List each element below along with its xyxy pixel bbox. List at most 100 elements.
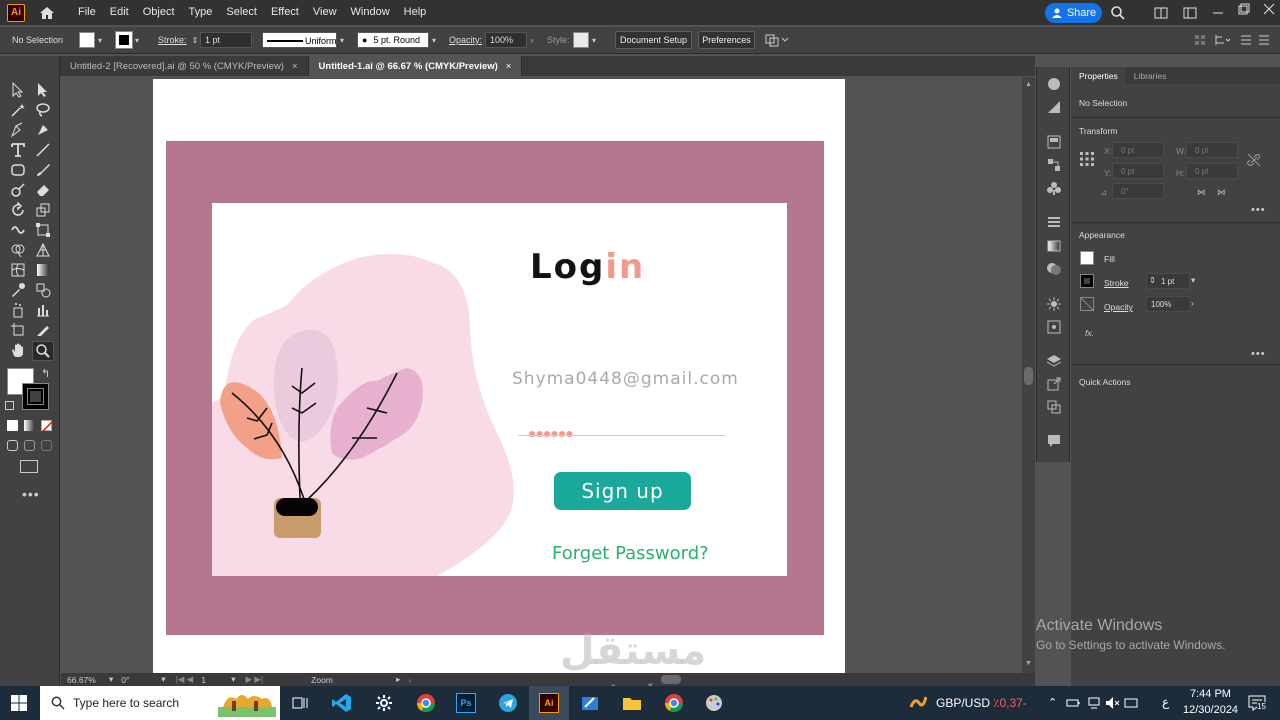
- stroke-color-swatch[interactable]: [22, 383, 49, 410]
- asset-export-icon[interactable]: [1046, 319, 1062, 335]
- fill-swatch-panel[interactable]: [1080, 251, 1094, 265]
- clock-time[interactable]: 7:44 PM: [1190, 688, 1231, 700]
- eyedropper-tool[interactable]: [9, 281, 27, 299]
- shape-builder-tool[interactable]: [9, 241, 27, 259]
- scroll-left-icon[interactable]: ‹: [408, 675, 411, 685]
- libraries-icon[interactable]: [1046, 134, 1062, 150]
- gradient-mode-icon[interactable]: [24, 420, 35, 431]
- scroll-up-icon[interactable]: ▲: [1025, 81, 1032, 88]
- mesh-tool[interactable]: [9, 261, 27, 279]
- opacity-label[interactable]: Opacity:: [449, 35, 482, 45]
- x-field[interactable]: 0 pt: [1112, 142, 1164, 158]
- reference-point-icon[interactable]: [1079, 151, 1095, 167]
- opacity-control[interactable]: 100% ›: [485, 32, 537, 48]
- chevron-down-icon[interactable]: ▾: [429, 32, 439, 48]
- zoom-level[interactable]: 66.67%: [67, 675, 105, 685]
- artboard-tool[interactable]: [9, 321, 27, 339]
- keyboard-icon[interactable]: [1124, 696, 1138, 710]
- menu-effect[interactable]: Effect: [264, 0, 306, 25]
- share-button[interactable]: Share: [1045, 3, 1102, 23]
- paint-palette-icon[interactable]: [704, 693, 724, 713]
- chrome-icon[interactable]: [416, 693, 436, 713]
- chevron-down-icon[interactable]: ▾: [95, 32, 105, 48]
- brush-definition[interactable]: ● 5 pt. Round ▾: [357, 32, 439, 48]
- forget-password-text[interactable]: Forget Password?: [552, 543, 709, 564]
- stroke-swatch[interactable]: [115, 31, 133, 49]
- chevron-down-icon[interactable]: ▾: [161, 674, 165, 685]
- menu-window[interactable]: Window: [344, 0, 397, 25]
- arrange-documents-icon[interactable]: [1153, 5, 1169, 21]
- stroke-weight-field[interactable]: 1 pt: [200, 32, 252, 48]
- shaper-tool[interactable]: [9, 181, 27, 199]
- chevron-down-icon[interactable]: ▾: [589, 32, 599, 48]
- chevron-right-icon[interactable]: ›: [527, 32, 537, 48]
- volume-muted-icon[interactable]: [1105, 696, 1121, 710]
- color-mode-icon[interactable]: [7, 420, 18, 431]
- rectangle-tool[interactable]: [9, 161, 27, 179]
- gradient-panel-icon[interactable]: [1046, 238, 1062, 254]
- paintbrush-tool[interactable]: [34, 161, 52, 179]
- menu-type[interactable]: Type: [182, 0, 220, 25]
- stroke-control[interactable]: ▾: [115, 31, 142, 49]
- link-icon[interactable]: [1247, 153, 1261, 167]
- export-icon[interactable]: [1046, 376, 1062, 392]
- eraser-tool[interactable]: [34, 181, 52, 199]
- chevron-down-icon[interactable]: ▾: [231, 674, 235, 685]
- fill-control[interactable]: ▾: [79, 32, 105, 48]
- chrome-icon[interactable]: [664, 693, 684, 713]
- rotate-view[interactable]: 0°: [121, 675, 161, 685]
- screen-mode-icon[interactable]: [20, 460, 38, 473]
- currency-pair[interactable]: GBP/USD: [936, 696, 990, 710]
- stepper-icon[interactable]: ⇕: [1149, 275, 1156, 286]
- stepper-icon[interactable]: ⇕: [190, 32, 200, 48]
- document-setup-button[interactable]: Document Setup: [615, 31, 692, 49]
- symbols-icon[interactable]: [1046, 180, 1062, 196]
- opacity-field-panel[interactable]: 100%: [1146, 296, 1190, 312]
- menu-object[interactable]: Object: [136, 0, 182, 25]
- windows-start-icon[interactable]: [11, 695, 27, 711]
- magic-wand-tool[interactable]: [9, 101, 27, 119]
- flip-vertical-icon[interactable]: ⋈: [1217, 187, 1226, 198]
- tab-untitled-2[interactable]: Untitled-2 [Recovered].ai @ 50 % (CMYK/P…: [60, 56, 309, 76]
- draw-inside-icon[interactable]: [41, 440, 52, 451]
- artboard[interactable]: Login Shyma0448@gmail.com ●●●●●● Sign up…: [153, 79, 845, 673]
- rotate-tool[interactable]: [9, 201, 27, 219]
- chevron-right-icon[interactable]: ▸: [396, 674, 400, 685]
- minimize-icon[interactable]: [1210, 5, 1226, 21]
- variable-width-profile[interactable]: Uniform ▾: [262, 32, 347, 48]
- zoom-tool[interactable]: [32, 341, 54, 361]
- network-icon[interactable]: [1087, 696, 1101, 710]
- stroke-weight-control[interactable]: ⇕ 1 pt: [190, 32, 252, 48]
- password-underline[interactable]: [518, 435, 725, 436]
- line-tool[interactable]: [34, 141, 52, 159]
- direct-selection-tool[interactable]: [34, 81, 52, 99]
- settings-gear-icon[interactable]: [374, 693, 394, 713]
- w-field[interactable]: 0 pt: [1186, 142, 1238, 158]
- brush-field[interactable]: ● 5 pt. Round: [357, 32, 429, 48]
- draw-behind-icon[interactable]: [24, 440, 35, 451]
- style-swatch[interactable]: [573, 32, 589, 48]
- menu-edit[interactable]: Edit: [103, 0, 136, 25]
- curvature-tool[interactable]: [34, 121, 52, 139]
- chevron-up-icon[interactable]: ⌃: [1048, 696, 1057, 709]
- telegram-icon[interactable]: [498, 693, 518, 713]
- color-guide-icon[interactable]: [1046, 76, 1062, 92]
- perspective-grid-tool[interactable]: [34, 241, 52, 259]
- transparency-icon[interactable]: [1046, 261, 1062, 277]
- symbol-sprayer-tool[interactable]: [9, 301, 27, 319]
- stroke-swatch-panel[interactable]: [1080, 274, 1094, 288]
- y-field[interactable]: 0 pt: [1112, 163, 1164, 179]
- paint-icon[interactable]: [580, 693, 600, 713]
- stroke-panel-icon[interactable]: [1046, 215, 1062, 231]
- workspace-icon[interactable]: [1182, 5, 1198, 21]
- password-dots[interactable]: ●●●●●●: [528, 425, 574, 441]
- artboard-number[interactable]: 1: [201, 675, 231, 685]
- photoshop-icon[interactable]: Ps: [456, 693, 476, 713]
- close-icon[interactable]: ×: [292, 61, 298, 72]
- blend-tool[interactable]: [34, 281, 52, 299]
- plant-illustration[interactable]: [212, 203, 787, 576]
- pen-tool[interactable]: [9, 121, 27, 139]
- stroke-label-panel[interactable]: Stroke: [1104, 278, 1129, 288]
- stock-chart-icon[interactable]: [909, 693, 927, 713]
- taskbar-search-input[interactable]: Type here to search: [40, 686, 280, 720]
